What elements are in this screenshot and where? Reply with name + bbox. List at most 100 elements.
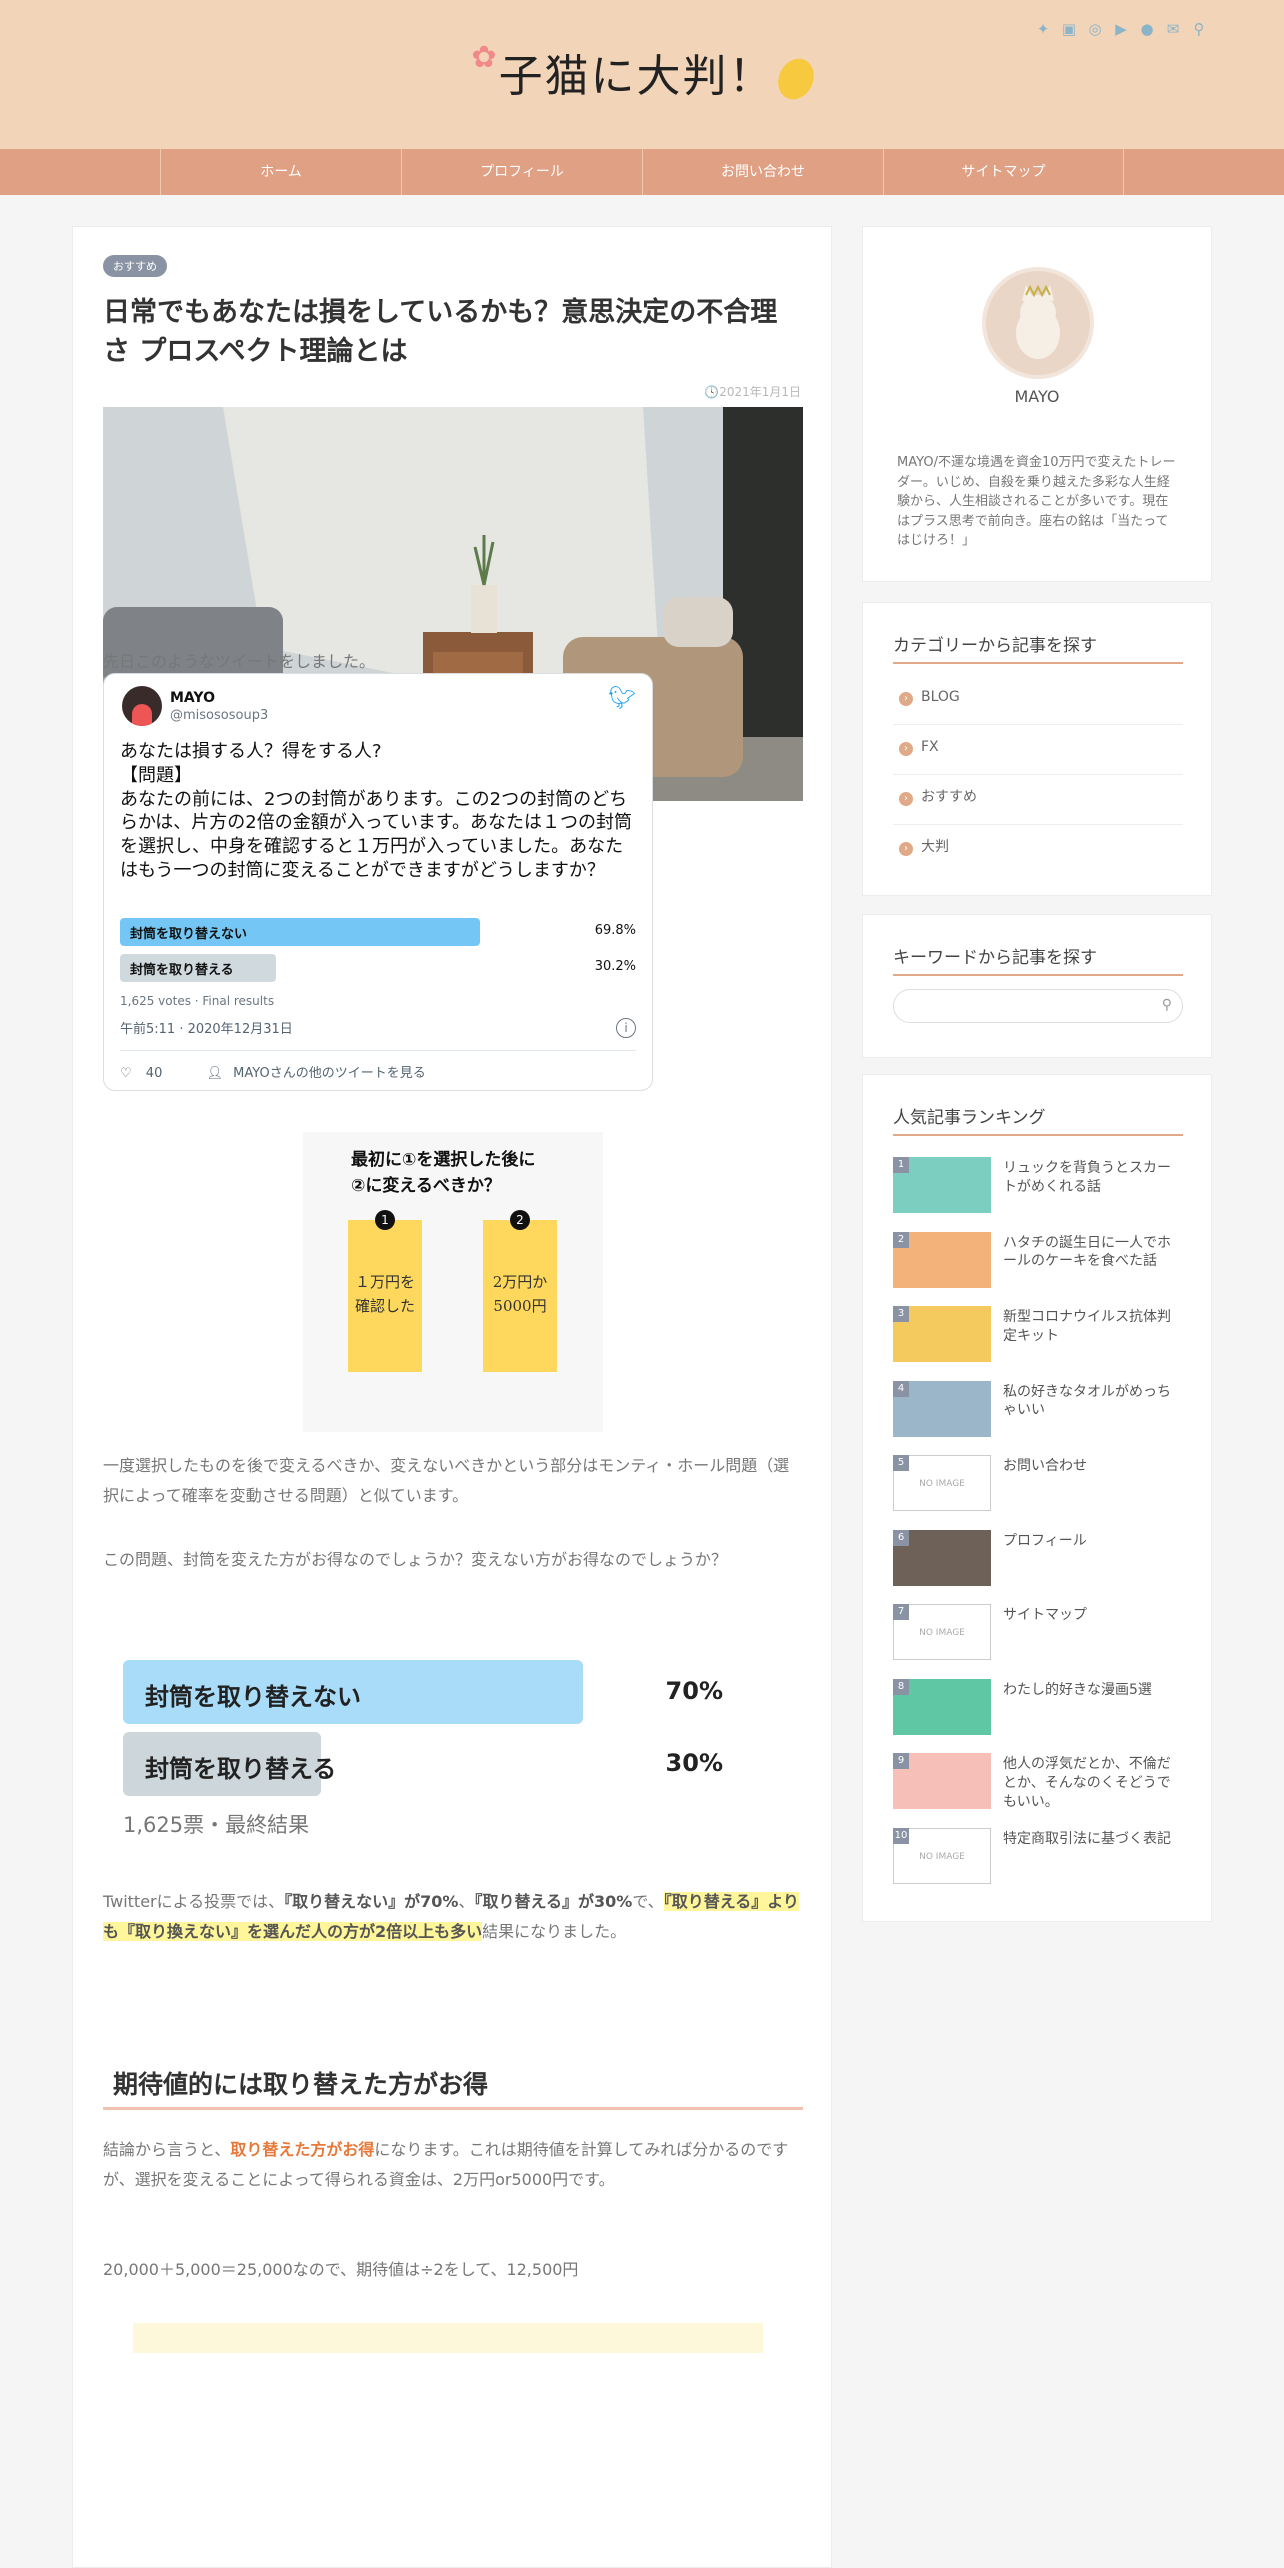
profile-widget: MAYO MAYO/不運な境遇を資金10万円で変えたトレーダー。いじめ、自殺を乗… [862,226,1212,582]
ranking-thumbnail[interactable]: 6 [893,1529,991,1586]
profile-bio: MAYO/不運な境遇を資金10万円で変えたトレーダー。いじめ、自殺を乗り越えた多… [897,455,1176,548]
instagram-icon[interactable]: ◎ [1086,20,1104,38]
paragraph: この問題、封筒を変えた方がお得なのでしょうか？変えない方がお得なのでしょうか？ [103,1550,728,1569]
facebook-icon[interactable]: ▣ [1060,20,1078,38]
youtube-icon[interactable]: ▶ [1112,20,1130,38]
mail-icon[interactable]: ✉ [1164,20,1182,38]
nav-sitemap[interactable]: サイトマップ [883,149,1124,195]
post-date: 🕓2021年1月1日 [704,385,801,399]
number-badge: 2 [510,1210,530,1230]
rank-number: 9 [893,1753,909,1769]
figure-question: 最初に①を選択した後に ②に変えるべきか？ [351,1150,536,1196]
widget-title: キーワードから記事を探す [893,943,1183,976]
ranking-title[interactable]: リュックを背負うとスカートがめくれる話 [1003,1159,1183,1197]
ranking-title[interactable]: 他人の浮気だとか、不倫だとか、そんなのくそどうでもいい。 [1003,1755,1183,1812]
paragraph: Twitterによる投票では、『取り替えない』が70%、『取り替える』が30%で… [103,1892,799,1942]
category-item-oban[interactable]: › 大判 [893,825,1183,875]
chevron-right-icon: › [899,792,913,806]
ranking-thumbnail[interactable]: 4 [893,1380,991,1437]
avatar[interactable] [122,686,162,726]
paragraph: 結論から言うと、取り替えた方がお得になります。これは期待値を計算してみれば分かる… [103,2140,789,2190]
more-tweets-link[interactable]: MAYOさんの他のツイートを見る [233,1066,426,1081]
poll-graphic-option: 封筒を取り替えない 70% [123,1660,753,1724]
like-count[interactable]: 40 [146,1066,163,1081]
avatar[interactable] [982,267,1094,379]
category-badge[interactable]: おすすめ [103,255,167,277]
ranking-thumbnail[interactable]: 1 [893,1157,991,1213]
envelope-card: 2 2万円か 5000円 [483,1210,557,1372]
tweet-author-name[interactable]: MAYO [170,690,215,706]
tweet-time[interactable]: 午前5:11 · 2020年12月31日 [120,1018,293,1037]
search-widget: キーワードから記事を探す ⚲ [862,914,1212,1058]
ranking-item[interactable]: 9 他人の浮気だとか、不倫だとか、そんなのくそどうでもいい。 [893,1753,1183,1812]
highlight-box [133,2323,763,2353]
nav-contact[interactable]: お問い合わせ [642,149,883,195]
global-nav: ホーム プロフィール お問い合わせ サイトマップ [0,149,1284,195]
ranking-item[interactable]: 3 新型コロナウイルス抗体判定キット [893,1306,1183,1362]
category-item-osusume[interactable]: › おすすめ [893,775,1183,825]
ranking-title[interactable]: サイトマップ [1003,1606,1183,1625]
ranking-title[interactable]: お問い合わせ [1003,1457,1183,1476]
profile-name: MAYO [1014,387,1060,406]
poll-option: 封筒を取り替えない 69.8% [120,918,636,946]
twitter-icon[interactable]: ✦ [1034,20,1052,38]
site-header: ✿子猫に大判！ ✦ ▣ ◎ ▶ ● ✉ ⚲ [0,0,1284,149]
article: おすすめ 日常でもあなたは損をしているかも？意思決定の不合理さ プロスペクト理論… [72,226,832,2568]
nav-home[interactable]: ホーム [160,149,401,195]
tweet-author-handle[interactable]: @misososoup3 [170,708,268,723]
logo-text: 子猫に大判！ [498,51,775,102]
tweet-text: あなたは損する人？得をする人? 【問題】 あなたの前には、2つの封筒があります。… [120,741,633,881]
rank-number: 8 [893,1678,909,1695]
ranking-thumbnail[interactable]: 8 [893,1678,991,1735]
ranking-title[interactable]: ハタチの誕生日に一人でホールのケーキを食べた話 [1003,1234,1183,1272]
category-item-blog[interactable]: › BLOG [893,675,1183,725]
ranking-title[interactable]: わたし的好きな漫画5選 [1003,1681,1183,1700]
search-icon[interactable]: ⚲ [1162,997,1172,1013]
ranking-item[interactable]: 2 ハタチの誕生日に一人でホールのケーキを食べた話 [893,1231,1183,1288]
category-item-fx[interactable]: › FX [893,725,1183,775]
tweet-footer: ♡ 40 👤︎ MAYOさんの他のツイートを見る [120,1062,426,1081]
embedded-tweet[interactable]: MAYO @misososoup3 🐦︎ あなたは損する人？得をする人? 【問題… [103,673,653,1091]
ranking-thumbnail[interactable]: NO IMAGE 10 [893,1827,991,1884]
ranking-item[interactable]: 4 私の好きなタオルがめっちゃいい [893,1380,1183,1437]
rank-number: 6 [893,1529,909,1546]
widget-title: 人気記事ランキング [893,1103,1183,1136]
ranking-item[interactable]: 6 プロフィール [893,1529,1183,1586]
ranking-thumbnail[interactable]: NO IMAGE 7 [893,1604,991,1660]
twitter-bird-icon[interactable]: 🐦︎ [608,686,636,711]
rank-number: 1 [893,1157,909,1173]
site-logo[interactable]: ✿子猫に大判！ [0,40,1284,106]
gold-coin-icon [771,52,820,106]
ranking-thumbnail[interactable]: 9 [893,1753,991,1809]
rank-number: 7 [893,1604,909,1620]
ranking-item[interactable]: NO IMAGE 5 お問い合わせ [893,1455,1183,1511]
ranking-thumbnail[interactable]: NO IMAGE 5 [893,1455,991,1511]
sns-links: ✦ ▣ ◎ ▶ ● ✉ ⚲ [1034,20,1208,38]
search-icon[interactable]: ⚲ [1190,20,1208,38]
info-icon[interactable]: i [616,1018,636,1038]
heart-icon[interactable]: ♡ [120,1066,132,1081]
ranking-item[interactable]: 1 リュックを背負うとスカートがめくれる話 [893,1157,1183,1213]
search-input[interactable]: ⚲ [893,989,1183,1023]
rank-number: 3 [893,1306,909,1322]
ranking-title[interactable]: 新型コロナウイルス抗体判定キット [1003,1308,1183,1346]
ranking-thumbnail[interactable]: 3 [893,1306,991,1362]
poll-graphic-votes: 1,625票・最終結果 [123,1813,310,1837]
poll-votes: 1,625 votes · Final results [120,994,275,1008]
category-widget: カテゴリーから記事を探す › BLOG › FX › おすすめ › 大判 [862,602,1212,896]
nav-profile[interactable]: プロフィール [401,149,642,195]
ranking-title[interactable]: プロフィール [1003,1532,1183,1551]
ranking-thumbnail[interactable]: 2 [893,1231,991,1288]
rank-number: 4 [893,1380,909,1397]
ranking-widget: 人気記事ランキング 1 リュックを背負うとスカートがめくれる話 2 ハタチの誕生日に一… [862,1074,1212,1922]
ranking-title[interactable]: 特定商取引法に基づく表記 [1003,1830,1183,1849]
poll-option: 封筒を取り替える 30.2% [120,954,636,982]
line-icon[interactable]: ● [1138,20,1156,38]
ranking-item[interactable]: NO IMAGE 10 特定商取引法に基づく表記 [893,1827,1183,1884]
ranking-item[interactable]: 8 わたし的好きな漫画5選 [893,1678,1183,1735]
number-badge: 1 [375,1210,395,1230]
poll-graphic-option: 封筒を取り替える 30% [123,1732,753,1796]
ranking-item[interactable]: NO IMAGE 7 サイトマップ [893,1604,1183,1660]
ranking-title[interactable]: 私の好きなタオルがめっちゃいい [1003,1383,1183,1421]
envelope-figure: 最初に①を選択した後に ②に変えるべきか？ 1 １万円を 確認した 2 2万円か… [303,1132,603,1432]
